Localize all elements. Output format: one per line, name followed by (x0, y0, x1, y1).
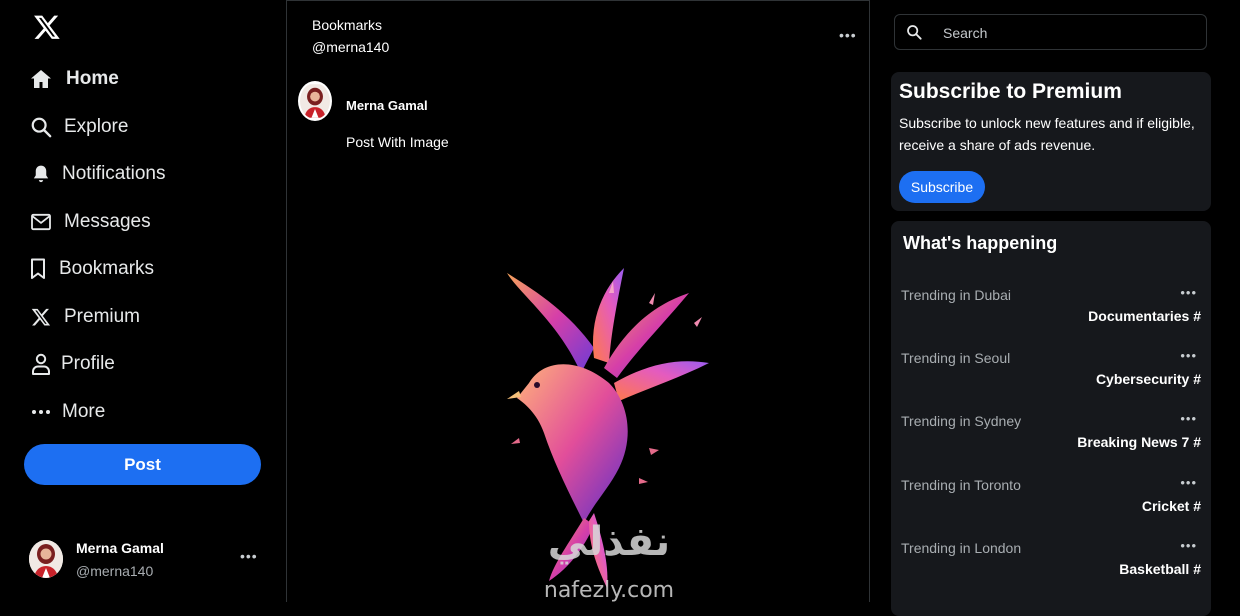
header-more-icon[interactable]: ••• (839, 27, 857, 43)
bookmark-icon (28, 256, 48, 282)
home-icon (28, 66, 54, 92)
nav-explore-label: Explore (64, 116, 129, 137)
trend-location: Trending in Seoul (901, 350, 1011, 366)
trend-item[interactable]: Trending in Sydney ••• Breaking News 7 # (891, 411, 1211, 463)
page-title: Bookmarks (312, 17, 383, 33)
nav-premium-label: Premium (64, 306, 141, 327)
post-text: Post With Image (346, 134, 449, 150)
bell-icon (28, 161, 54, 187)
x-icon (28, 304, 54, 330)
account-switcher[interactable]: Merna Gamal @merna140 ••• (28, 536, 268, 584)
image-watermark-arabic: نفذلي (548, 519, 670, 565)
post-image[interactable]: نفذلي nafezly.com (499, 263, 719, 603)
nav-profile-label: Profile (61, 353, 115, 374)
account-more-icon[interactable]: ••• (240, 548, 258, 564)
image-watermark-latin: nafezly.com (544, 578, 674, 603)
person-icon (28, 351, 54, 377)
trend-topic[interactable]: Documentaries # (1088, 308, 1201, 324)
more-dots-icon (28, 399, 54, 425)
search-box[interactable] (894, 14, 1207, 50)
nav-explore[interactable]: Explore (28, 107, 128, 147)
trend-location: Trending in London (901, 540, 1022, 556)
trend-location: Trending in Dubai (901, 287, 1011, 303)
account-handle: @merna140 (76, 563, 154, 579)
trend-topic[interactable]: Cybersecurity # (1096, 371, 1201, 387)
nav-bookmarks[interactable]: Bookmarks (28, 249, 154, 289)
account-name: Merna Gamal (76, 540, 164, 556)
premium-title: Subscribe to Premium (899, 80, 1122, 103)
trend-more-icon[interactable]: ••• (1180, 285, 1197, 300)
post-author-name[interactable]: Merna Gamal (346, 98, 428, 113)
avatar (29, 540, 63, 578)
nav-messages-label: Messages (64, 211, 151, 232)
trend-item[interactable]: Trending in Dubai ••• Documentaries # (891, 285, 1211, 337)
trend-topic[interactable]: Basketball # (1119, 561, 1201, 577)
main-column: Bookmarks @merna140 ••• Merna Gamal Post… (286, 0, 870, 603)
search-icon (28, 114, 54, 140)
nav-profile[interactable]: Profile (28, 344, 115, 384)
nav-messages[interactable]: Messages (28, 202, 151, 242)
trend-item[interactable]: Trending in Seoul ••• Cybersecurity # (891, 348, 1211, 400)
nav-home[interactable]: Home (28, 59, 119, 99)
nav-premium[interactable]: Premium (28, 297, 140, 337)
nav-more[interactable]: More (28, 392, 105, 432)
trend-topic[interactable]: Cricket # (1142, 498, 1201, 514)
search-icon (906, 24, 922, 45)
trend-item[interactable]: Trending in London ••• Basketball # (891, 538, 1211, 590)
whats-happening-card: What's happening Trending in Dubai ••• D… (891, 221, 1211, 616)
trend-more-icon[interactable]: ••• (1180, 411, 1197, 426)
post-button[interactable]: Post (24, 444, 261, 485)
trend-more-icon[interactable]: ••• (1180, 538, 1197, 553)
nav-bookmarks-label: Bookmarks (59, 258, 155, 279)
premium-description: Subscribe to unlock new features and if … (899, 115, 1195, 153)
trend-location: Trending in Toronto (901, 477, 1021, 493)
nav-more-label: More (62, 401, 106, 422)
subscribe-button[interactable]: Subscribe (899, 171, 985, 203)
trend-more-icon[interactable]: ••• (1180, 348, 1197, 363)
nav-notifications[interactable]: Notifications (28, 154, 166, 194)
whats-happening-title: What's happening (903, 233, 1058, 253)
trend-topic[interactable]: Breaking News 7 # (1077, 434, 1201, 450)
nav-home-label: Home (66, 68, 119, 89)
page-handle: @merna140 (312, 39, 390, 55)
trend-location: Trending in Sydney (901, 413, 1022, 429)
left-sidebar: Home Explore Notifications Messages Book… (0, 0, 286, 602)
trend-more-icon[interactable]: ••• (1180, 475, 1197, 490)
x-logo-icon[interactable] (33, 13, 61, 41)
premium-card: Subscribe to Premium Subscribe to unlock… (891, 72, 1211, 211)
search-input[interactable] (941, 21, 1195, 45)
post-avatar[interactable] (298, 81, 332, 121)
trend-item[interactable]: Trending in Toronto ••• Cricket # (891, 475, 1211, 527)
envelope-icon (28, 209, 54, 235)
nav-notifications-label: Notifications (62, 163, 166, 184)
